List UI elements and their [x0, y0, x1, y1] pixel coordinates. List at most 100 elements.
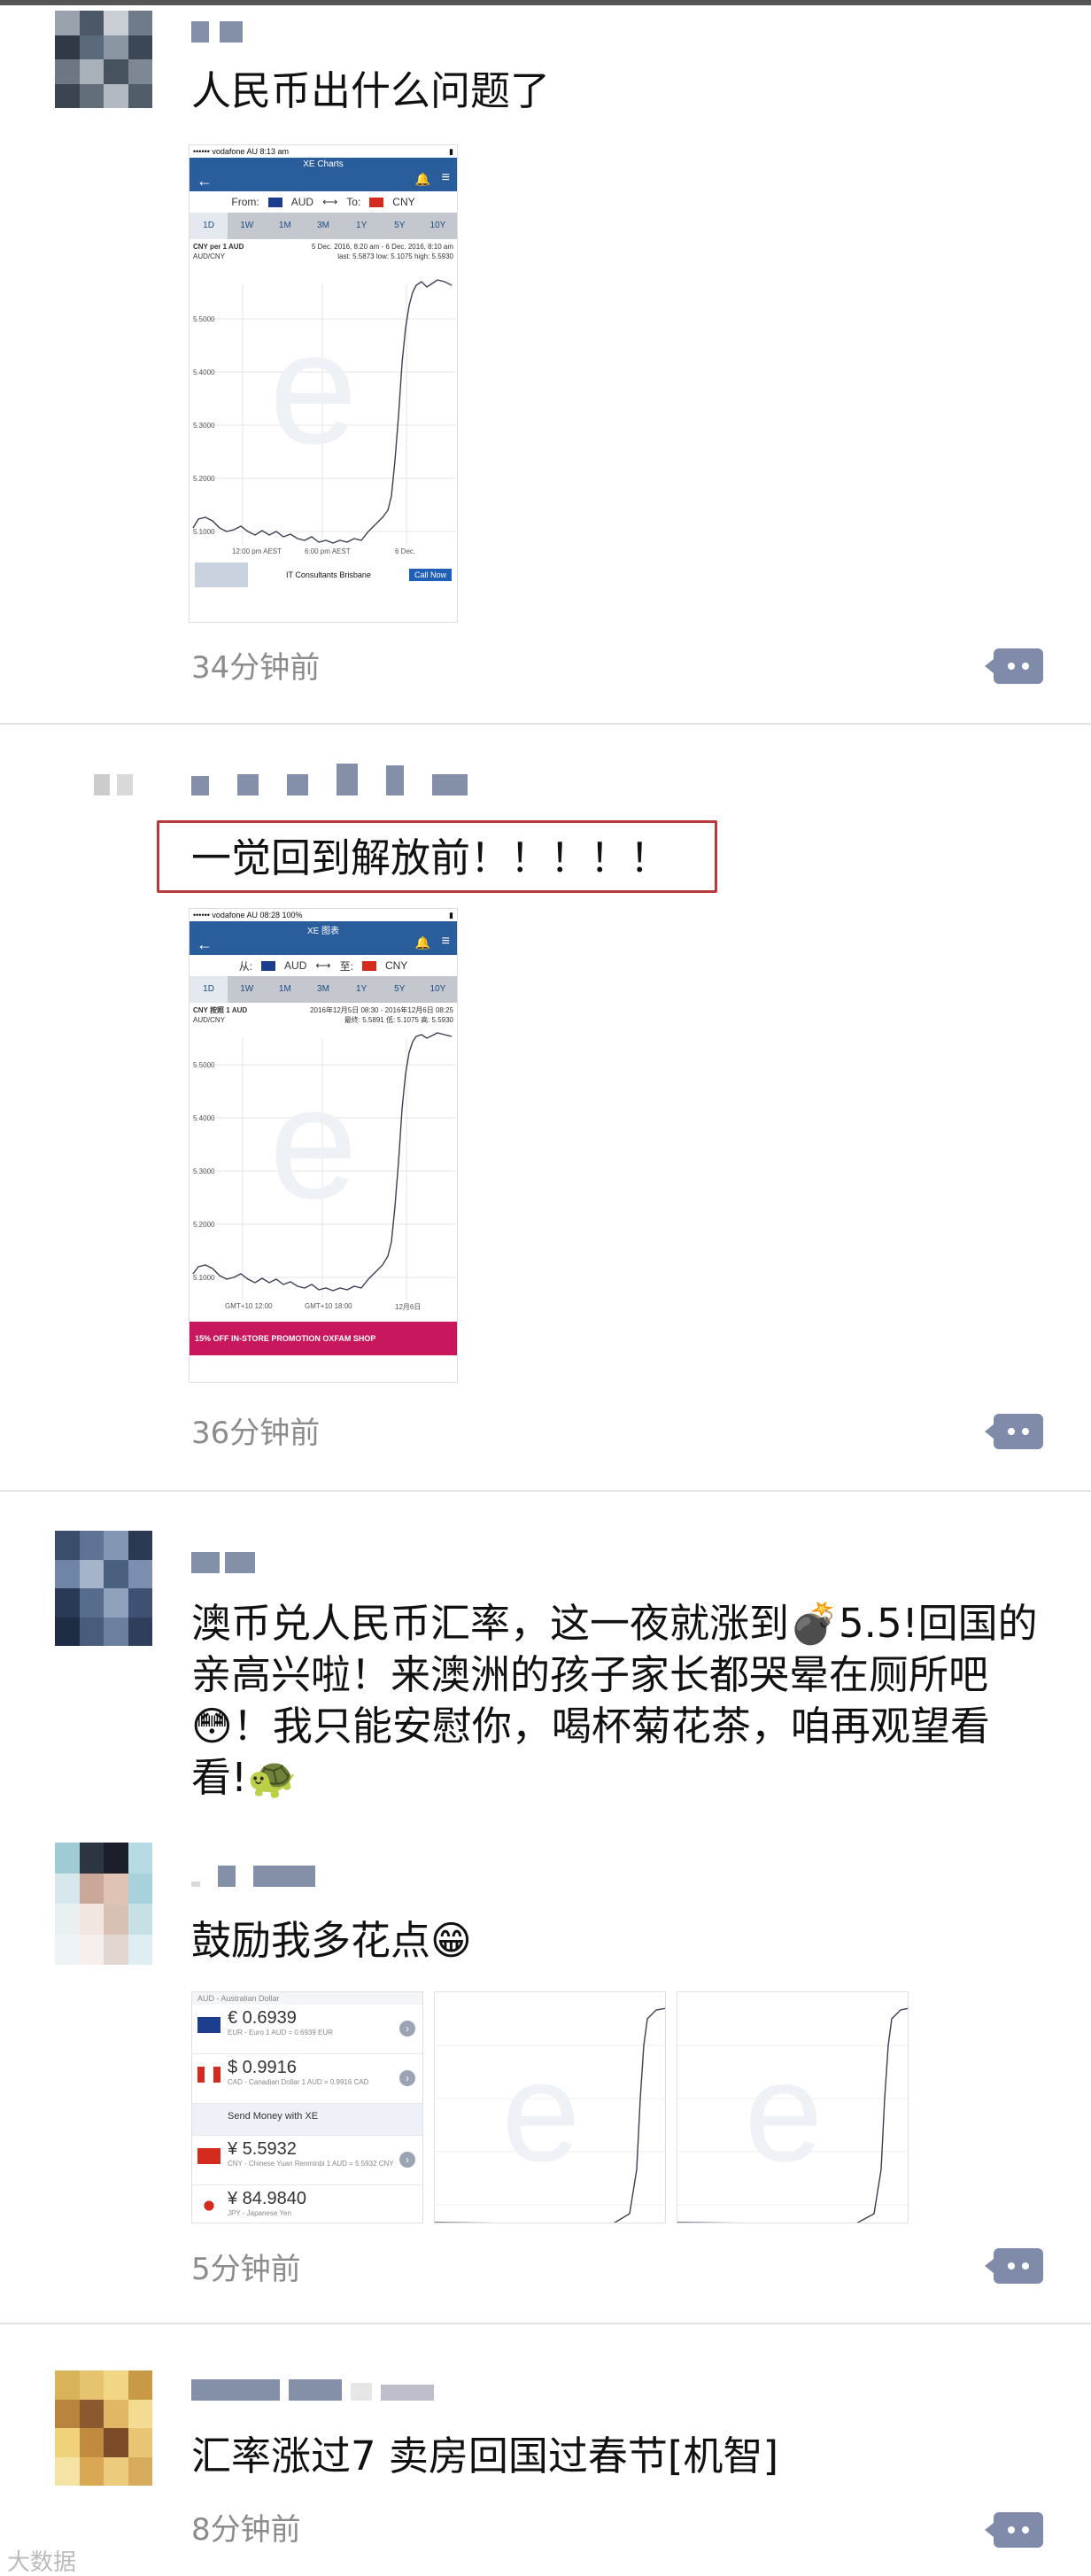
avatar[interactable]	[55, 1843, 152, 1965]
japan-flag-icon	[197, 2198, 221, 2214]
china-flag-icon	[197, 2148, 221, 2164]
call-now-button[interactable]: Call Now	[408, 569, 452, 581]
username[interactable]	[191, 764, 468, 795]
moments-feed: 人民币出什么问题了 •••••• vodafone AU 8:13 am ▮ XE…	[0, 0, 1091, 2576]
tab-10y[interactable]: 10Y	[419, 976, 457, 1003]
y-tick: 5.1000	[193, 528, 215, 536]
tab-3m[interactable]: 3M	[304, 976, 342, 1003]
watermark-text: 大数据	[7, 2549, 77, 2575]
rate-line: e	[192, 1032, 455, 1300]
comment-icon[interactable]	[985, 648, 1043, 684]
svg-text:e: e	[269, 1054, 358, 1232]
australia-flag-icon	[267, 197, 282, 207]
range-tabs: 1D 1W 1M 3M 1Y 5Y 10Y	[190, 213, 457, 239]
currency-pair: 从: AUD ⟷ 至: CNY	[190, 955, 457, 976]
x-tick: 12月6日	[395, 1303, 422, 1311]
phone-status-bar: •••••• vodafone AU 08:28 100% ▮	[190, 909, 457, 921]
avatar[interactable]	[55, 1531, 152, 1646]
range-tabs: 1D 1W 1M 3M 1Y 5Y 10Y	[190, 976, 457, 1003]
post-time: 8分钟前	[191, 2512, 301, 2548]
mini-chart: e	[435, 2007, 665, 2223]
tab-5y[interactable]: 5Y	[381, 976, 419, 1003]
chart-header: CNY 按照 1 AUD 2016年12月5日 08:30 - 2016年12月…	[193, 1006, 453, 1024]
post-text: 一觉回到解放前！！！！！	[191, 834, 670, 881]
bell-icon: 🔔	[414, 935, 430, 950]
divider	[0, 723, 1091, 725]
post-text: 澳币兑人民币汇率，这一夜就涨到💣5.5!回国的亲高兴啦！来澳洲的孩子家长都哭晕在…	[191, 1600, 1038, 1801]
chart-header: CNY per 1 AUD 5 Dec. 2016, 8:20 am - 6 D…	[193, 243, 453, 260]
username[interactable]	[191, 1547, 255, 1573]
y-tick: 5.1000	[193, 1274, 215, 1282]
rate-chart: e 5.5000 5.4000 5.3000 5.2000 5.1000 GMT…	[190, 1029, 457, 1322]
chart-screenshot-2[interactable]: •••••• vodafone AU 08:28 100% ▮ XE 图表 ← 🔔…	[189, 908, 458, 1383]
username[interactable]	[191, 2374, 434, 2401]
swap-icon: ⟷	[322, 196, 338, 208]
rate-row-eur[interactable]: € 0.6939 EUR - Euro 1 AUD = 0.6939 EUR ›	[192, 2005, 422, 2054]
back-arrow-icon: ←	[197, 935, 213, 953]
tab-1y[interactable]: 1Y	[343, 976, 381, 1003]
y-tick: 5.2000	[193, 1221, 215, 1229]
rate-chart: e 5.5000 5.4000 5.3000 5.2000 5.1000 12:…	[190, 266, 457, 558]
currency-pair: From: AUD ⟷ To: CNY	[190, 191, 457, 213]
rate-row-cny[interactable]: ¥ 5.5932 CNY - Chinese Yuan Renminbi 1 AU…	[192, 2136, 422, 2185]
username[interactable]	[191, 16, 243, 43]
canada-flag-icon	[197, 2067, 221, 2083]
app-header: XE Charts ← 🔔 ≡	[190, 158, 457, 191]
x-tick: GMT+10 12:00	[225, 1302, 273, 1310]
tab-1d[interactable]: 1D	[190, 213, 228, 239]
eu-flag-icon	[197, 2017, 221, 2033]
x-tick: GMT+10 18:00	[305, 1302, 352, 1310]
comment-icon[interactable]	[985, 2512, 1043, 2548]
tab-3m[interactable]: 3M	[304, 213, 342, 239]
tab-1y[interactable]: 1Y	[343, 213, 381, 239]
chart-thumbnail-2[interactable]: e	[677, 1991, 909, 2223]
swap-icon: ⟷	[315, 959, 331, 972]
username[interactable]	[94, 769, 133, 795]
x-tick: 12:00 pm AEST	[232, 547, 282, 555]
tab-1d[interactable]: 1D	[190, 976, 228, 1003]
comment-icon[interactable]	[985, 2248, 1043, 2284]
y-tick: 5.4000	[193, 369, 215, 376]
comment-icon[interactable]	[985, 1414, 1043, 1449]
china-flag-icon	[369, 197, 384, 207]
y-tick: 5.4000	[193, 1114, 215, 1122]
australia-flag-icon	[261, 960, 276, 971]
chart-thumbnail-1[interactable]: e	[434, 1991, 666, 2223]
svg-text:e: e	[502, 2032, 581, 2191]
y-tick: 5.5000	[193, 1061, 215, 1069]
chevron-right-icon: ›	[399, 2152, 415, 2168]
top-status-strip	[0, 0, 1091, 5]
y-tick: 5.5000	[193, 315, 215, 323]
svg-text:e: e	[745, 2032, 824, 2191]
divider	[0, 2323, 1091, 2324]
ad-banner[interactable]: IT Consultants Brisbane Call Now	[190, 558, 457, 592]
rate-row-jpy[interactable]: ¥ 84.9840 JPY - Japanese Yen	[192, 2185, 422, 2223]
post-text: 人民币出什么问题了	[191, 67, 551, 114]
post-time: 5分钟前	[191, 2252, 301, 2287]
y-tick: 5.3000	[193, 1168, 215, 1175]
tab-1w[interactable]: 1W	[228, 213, 266, 239]
svg-text:e: e	[269, 299, 358, 477]
username[interactable]	[191, 1860, 315, 1887]
post-text: 鼓励我多花点😁	[191, 1917, 472, 1964]
send-money-row[interactable]: Send Money with XE	[192, 2104, 422, 2136]
xe-rates-thumbnail[interactable]: AUD - Australian Dollar € 0.6939 EUR - Eu…	[191, 1991, 423, 2223]
post-time: 34分钟前	[191, 650, 321, 686]
phone-status-bar: •••••• vodafone AU 8:13 am ▮	[190, 145, 457, 158]
ad-image-icon	[195, 563, 248, 587]
tab-1m[interactable]: 1M	[266, 213, 304, 239]
rate-row-cad[interactable]: $ 0.9916 CAD - Canadian Dollar 1 AUD = 0.…	[192, 2054, 422, 2104]
tab-1w[interactable]: 1W	[228, 976, 266, 1003]
avatar[interactable]	[55, 11, 152, 108]
back-arrow-icon: ←	[197, 172, 213, 190]
tab-1m[interactable]: 1M	[266, 976, 304, 1003]
chart-screenshot-1[interactable]: •••••• vodafone AU 8:13 am ▮ XE Charts ← …	[189, 144, 458, 623]
chevron-right-icon: ›	[399, 2021, 415, 2037]
post-time: 36分钟前	[191, 1416, 321, 1451]
avatar[interactable]	[55, 2370, 152, 2486]
ad-banner[interactable]: 15% OFF IN-STORE PROMOTION OXFAM SHOP	[190, 1322, 457, 1355]
tab-10y[interactable]: 10Y	[419, 213, 457, 239]
china-flag-icon	[361, 960, 376, 971]
tab-5y[interactable]: 5Y	[381, 213, 419, 239]
x-tick: 6:00 pm AEST	[305, 547, 351, 555]
